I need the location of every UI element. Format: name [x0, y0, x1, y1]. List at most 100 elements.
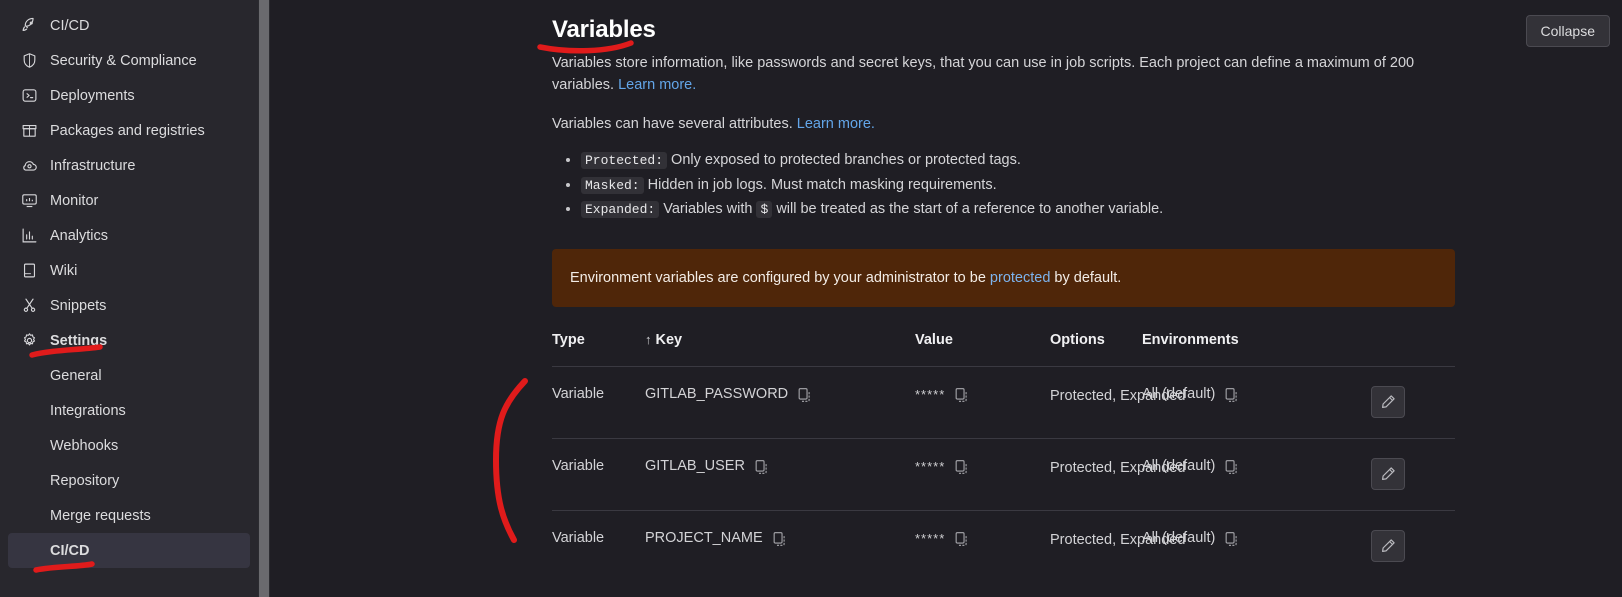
masked-value-text: *****	[915, 459, 945, 474]
column-header-type[interactable]: Type	[552, 332, 645, 367]
copy-icon[interactable]	[954, 459, 970, 476]
code-dollar-sign: $	[756, 201, 772, 218]
copy-icon[interactable]	[1224, 459, 1240, 476]
list-item-protected: Protected: Only exposed to protected bra…	[581, 149, 1455, 173]
cell-actions	[1342, 510, 1455, 582]
cell-value: *****	[915, 438, 1050, 510]
sidebar-item-analytics[interactable]: Analytics	[8, 218, 250, 253]
collapse-button[interactable]: Collapse	[1526, 15, 1610, 47]
copy-icon[interactable]	[954, 387, 970, 404]
sidebar-subitem-cicd[interactable]: CI/CD	[8, 533, 250, 568]
table-header: Type ↑Key Value Options Environments	[552, 332, 1455, 367]
sidebar-item-label: Wiki	[50, 263, 77, 279]
options-text: Protected, Expanded	[1050, 458, 1120, 479]
sidebar-item-wiki[interactable]: Wiki	[8, 253, 250, 288]
sidebar-item-label: Security & Compliance	[50, 53, 197, 69]
sidebar-item-label: Deployments	[50, 88, 135, 104]
sidebar-item-cicd-top[interactable]: CI/CD	[8, 8, 250, 43]
column-header-label: Key	[656, 332, 683, 348]
cell-key: PROJECT_NAME	[645, 510, 915, 582]
variables-table: Type ↑Key Value Options Environments Var…	[552, 332, 1455, 582]
sidebar-subitem-merge-requests[interactable]: Merge requests	[8, 498, 250, 533]
cell-type: Variable	[552, 366, 645, 438]
masked-value-text: *****	[915, 387, 945, 402]
sidebar-item-settings[interactable]: Settings	[8, 323, 250, 358]
copy-icon[interactable]	[954, 531, 970, 548]
sidebar-item-monitor[interactable]: Monitor	[8, 183, 250, 218]
list-item-masked: Masked: Hidden in job logs. Must match m…	[581, 174, 1455, 198]
sidebar-item-snippets[interactable]: Snippets	[8, 288, 250, 323]
project-sidebar: CI/CD Security & Compliance	[0, 0, 258, 597]
masked-value-text: *****	[915, 531, 945, 546]
copy-icon[interactable]	[1224, 531, 1240, 548]
table-body: Variable GITLAB_PASSWORD	[552, 366, 1455, 582]
edit-variable-button[interactable]	[1371, 458, 1405, 490]
sidebar-scrollbar-track[interactable]	[258, 0, 270, 597]
list-item-expanded: Expanded: Variables with $ will be treat…	[581, 198, 1455, 222]
book-icon	[20, 262, 38, 280]
attribute-text: Only exposed to protected branches or pr…	[671, 152, 1021, 168]
column-header-actions	[1342, 332, 1455, 367]
sidebar-nav-list: CI/CD Security & Compliance	[0, 8, 258, 358]
variable-key-text: GITLAB_PASSWORD	[645, 386, 788, 402]
attribute-text: Hidden in job logs. Must match masking r…	[648, 177, 997, 193]
package-icon	[20, 122, 38, 140]
edit-variable-button[interactable]	[1371, 530, 1405, 562]
chart-bar-icon	[20, 227, 38, 245]
table-row: Variable GITLAB_USER	[552, 438, 1455, 510]
environments-text: All (default)	[1142, 530, 1215, 546]
sidebar-subitem-repository[interactable]: Repository	[8, 463, 250, 498]
variables-description-secondary: Variables can have several attributes. L…	[552, 113, 1432, 135]
copy-icon[interactable]	[797, 387, 813, 404]
copy-icon[interactable]	[772, 531, 788, 548]
column-header-options[interactable]: Options	[1050, 332, 1142, 367]
options-text: Protected, Expanded	[1050, 386, 1120, 407]
code-masked: Masked:	[581, 177, 644, 194]
sidebar-settings-subnav: General Integrations Webhooks Repository…	[0, 358, 258, 568]
copy-icon[interactable]	[1224, 387, 1240, 404]
sidebar-subitem-label: Integrations	[50, 403, 126, 419]
shield-icon	[20, 52, 38, 70]
sidebar-subitem-integrations[interactable]: Integrations	[8, 393, 250, 428]
sidebar-item-security-compliance[interactable]: Security & Compliance	[8, 43, 250, 78]
options-text: Protected, Expanded	[1050, 530, 1120, 551]
cell-value: *****	[915, 366, 1050, 438]
cell-key: GITLAB_USER	[645, 438, 915, 510]
edit-variable-button[interactable]	[1371, 386, 1405, 418]
sidebar-subitem-webhooks[interactable]: Webhooks	[8, 428, 250, 463]
sidebar-item-label: Packages and registries	[50, 123, 205, 139]
learn-more-link-1[interactable]: Learn more.	[618, 77, 696, 93]
protected-link[interactable]: protected	[990, 270, 1050, 286]
sidebar-item-label: Analytics	[50, 228, 108, 244]
sidebar-item-packages-registries[interactable]: Packages and registries	[8, 113, 250, 148]
column-header-value[interactable]: Value	[915, 332, 1050, 367]
column-header-key[interactable]: ↑Key	[645, 332, 915, 367]
cell-type: Variable	[552, 510, 645, 582]
sidebar-item-deployments[interactable]: Deployments	[8, 78, 250, 113]
pencil-icon	[1380, 394, 1396, 410]
copy-icon[interactable]	[754, 459, 770, 476]
sidebar-scrollbar-thumb[interactable]	[259, 0, 269, 597]
admin-protected-alert: Environment variables are configured by …	[552, 249, 1455, 307]
sidebar-subitem-general[interactable]: General	[8, 358, 250, 393]
variables-description-primary: Variables store information, like passwo…	[552, 52, 1432, 96]
scissors-icon	[20, 297, 38, 315]
app-window: CI/CD Security & Compliance	[0, 0, 1622, 597]
sidebar-subitem-label: Repository	[50, 473, 119, 489]
cell-actions	[1342, 438, 1455, 510]
variable-key-text: GITLAB_USER	[645, 458, 745, 474]
learn-more-link-2[interactable]: Learn more.	[797, 116, 875, 132]
sidebar-subitem-label: Webhooks	[50, 438, 118, 454]
sidebar-item-label: Monitor	[50, 193, 98, 209]
sidebar-item-infrastructure[interactable]: Infrastructure	[8, 148, 250, 183]
attribute-text-after: will be treated as the start of a refere…	[776, 201, 1163, 217]
attribute-text-before: Variables with	[663, 201, 752, 217]
page-title: Variables	[552, 16, 656, 44]
pencil-icon	[1380, 466, 1396, 482]
cell-key: GITLAB_PASSWORD	[645, 366, 915, 438]
table-row: Variable GITLAB_PASSWORD	[552, 366, 1455, 438]
environments-text: All (default)	[1142, 386, 1215, 402]
deployments-icon	[20, 87, 38, 105]
pencil-icon	[1380, 538, 1396, 554]
column-header-environments[interactable]: Environments	[1142, 332, 1342, 367]
